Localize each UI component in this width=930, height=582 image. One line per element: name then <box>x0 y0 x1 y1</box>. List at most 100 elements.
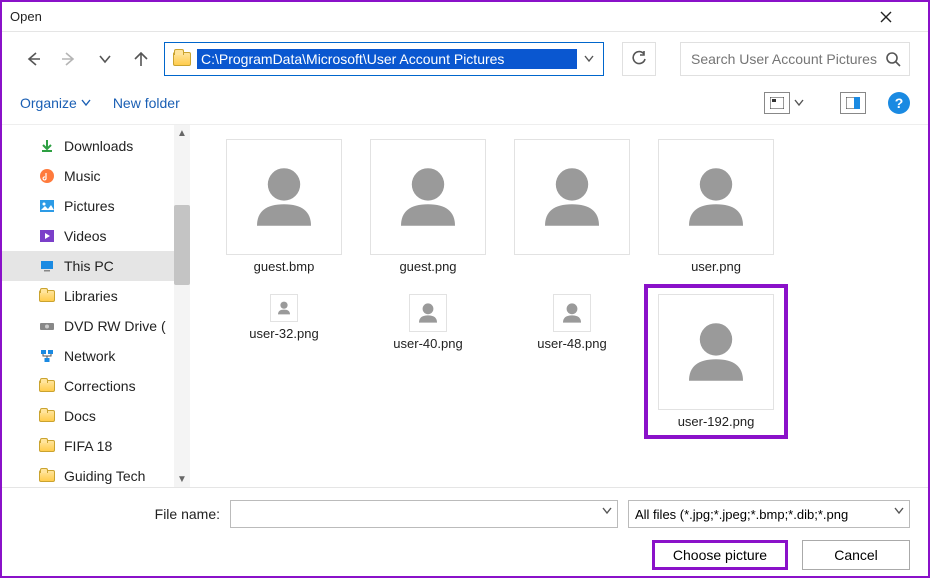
file-name: user-192.png <box>678 414 755 429</box>
tree-item-label: DVD RW Drive ( <box>64 318 166 334</box>
folder-icon <box>38 287 56 305</box>
search-input[interactable] <box>689 50 885 68</box>
chevron-down-icon <box>583 53 595 65</box>
tree-item-label: Corrections <box>64 378 136 394</box>
tree-item-label: Libraries <box>64 288 118 304</box>
scroll-down-icon[interactable]: ▼ <box>176 473 188 485</box>
file-thumbnail <box>409 294 447 332</box>
file-name: user-48.png <box>537 336 606 351</box>
organize-menu[interactable]: Organize <box>20 95 91 111</box>
pc-icon <box>38 257 56 275</box>
tree-item-label: This PC <box>64 258 114 274</box>
chevron-down-icon <box>98 52 112 66</box>
file-thumbnail <box>370 139 486 255</box>
forward-button[interactable] <box>56 46 82 72</box>
tree-item-music[interactable]: Music <box>2 161 190 191</box>
tree-item-videos[interactable]: Videos <box>2 221 190 251</box>
nav-tree: Downloads Music Pictures Videos This PC Libra… <box>2 125 190 487</box>
refresh-button[interactable] <box>622 42 656 76</box>
tree-item-label: Pictures <box>64 198 115 214</box>
file-name: guest.png <box>399 259 456 274</box>
tree-item-fifa-18[interactable]: FIFA 18 <box>2 431 190 461</box>
tree-scrollbar[interactable]: ▲ ▼ <box>174 125 190 487</box>
preview-pane-button[interactable] <box>840 92 866 114</box>
file-item[interactable]: guest.bmp <box>214 135 354 278</box>
address-dropdown[interactable] <box>583 53 595 65</box>
filename-dropdown[interactable] <box>601 505 613 517</box>
tree-item-guiding-tech[interactable]: Guiding Tech <box>2 461 190 487</box>
file-thumbnail <box>658 139 774 255</box>
file-item[interactable]: user-48.png <box>502 290 642 433</box>
chevron-down-icon <box>893 505 905 517</box>
tree-item-label: Docs <box>64 408 96 424</box>
thumbnails-icon <box>770 97 784 109</box>
footer: File name: All files (*.jpg;*.jpeg;*.bmp… <box>2 487 928 582</box>
scroll-up-icon[interactable]: ▲ <box>176 127 188 139</box>
filename-label: File name: <box>20 506 220 522</box>
arrow-left-icon <box>24 50 42 68</box>
back-button[interactable] <box>20 46 46 72</box>
folder-icon <box>38 407 56 425</box>
filter-dropdown[interactable] <box>893 505 905 517</box>
command-bar: Organize New folder ? <box>2 86 928 125</box>
file-thumbnail <box>553 294 591 332</box>
filetype-filter[interactable]: All files (*.jpg;*.jpeg;*.bmp;*.dib;*.pn… <box>628 500 910 528</box>
tree-item-label: FIFA 18 <box>64 438 112 454</box>
tree-item-network[interactable]: Network <box>2 341 190 371</box>
address-bar[interactable]: C:\ProgramData\Microsoft\User Account Pi… <box>164 42 604 76</box>
tree-item-docs[interactable]: Docs <box>2 401 190 431</box>
cancel-button[interactable]: Cancel <box>802 540 910 570</box>
choose-label: Choose picture <box>673 547 767 563</box>
tree-item-this-pc[interactable]: This PC <box>2 251 190 281</box>
arrow-up-icon <box>132 50 150 68</box>
preview-pane-icon <box>846 97 860 109</box>
tree-item-pictures[interactable]: Pictures <box>2 191 190 221</box>
folder-icon <box>38 377 56 395</box>
help-button[interactable]: ? <box>888 92 910 114</box>
file-item[interactable]: user-32.png <box>214 290 354 433</box>
file-item[interactable]: user-192.png <box>646 290 786 433</box>
download-icon <box>38 137 56 155</box>
file-name: guest.bmp <box>254 259 315 274</box>
tree-item-label: Guiding Tech <box>64 468 145 484</box>
main-area: Downloads Music Pictures Videos This PC Libra… <box>2 125 928 487</box>
search-icon <box>885 51 901 67</box>
file-name: user.png <box>691 259 741 274</box>
tree-item-dvd-rw-drive-[interactable]: DVD RW Drive ( <box>2 311 190 341</box>
view-mode-button[interactable] <box>764 92 804 114</box>
chevron-down-icon <box>601 505 613 517</box>
chevron-down-icon <box>794 98 804 108</box>
music-icon <box>38 167 56 185</box>
folder-icon <box>38 467 56 485</box>
nav-row: C:\ProgramData\Microsoft\User Account Pi… <box>2 32 928 86</box>
choose-picture-button[interactable]: Choose picture <box>652 540 788 570</box>
chevron-down-icon <box>81 98 91 108</box>
filename-input[interactable] <box>230 500 618 528</box>
file-name: user-32.png <box>249 326 318 341</box>
search-box[interactable] <box>680 42 910 76</box>
folder-icon <box>38 437 56 455</box>
file-item[interactable]: guest.png <box>358 135 498 278</box>
file-name: user-40.png <box>393 336 462 351</box>
file-item[interactable]: user.png <box>646 135 786 278</box>
file-item[interactable]: user-40.png <box>358 290 498 433</box>
tree-item-downloads[interactable]: Downloads <box>2 131 190 161</box>
file-thumbnail <box>658 294 774 410</box>
titlebar: Open <box>2 2 928 32</box>
cancel-label: Cancel <box>834 547 878 563</box>
window-title: Open <box>10 9 42 24</box>
up-button[interactable] <box>128 46 154 72</box>
history-dropdown[interactable] <box>92 46 118 72</box>
file-item[interactable] <box>502 135 642 278</box>
address-path[interactable]: C:\ProgramData\Microsoft\User Account Pi… <box>197 49 577 69</box>
tree-item-label: Downloads <box>64 138 133 154</box>
network-icon <box>38 347 56 365</box>
tree-item-corrections[interactable]: Corrections <box>2 371 190 401</box>
arrow-right-icon <box>60 50 78 68</box>
tree-item-libraries[interactable]: Libraries <box>2 281 190 311</box>
new-folder-button[interactable]: New folder <box>113 95 180 111</box>
new-folder-label: New folder <box>113 95 180 111</box>
scroll-thumb[interactable] <box>174 205 190 285</box>
videos-icon <box>38 227 56 245</box>
close-button[interactable] <box>880 11 920 23</box>
